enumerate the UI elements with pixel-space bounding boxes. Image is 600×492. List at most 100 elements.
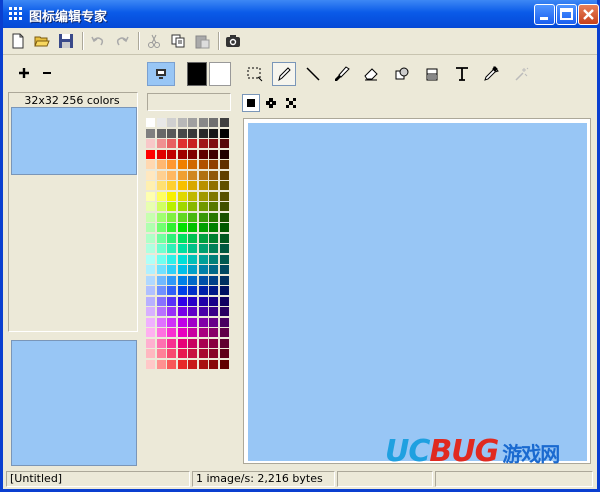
palette-color-swatch[interactable] — [198, 233, 208, 243]
palette-color-swatch[interactable] — [188, 181, 197, 190]
palette-color-swatch[interactable] — [188, 212, 197, 222]
palette-color-swatch[interactable] — [177, 202, 187, 211]
image-thumbnail[interactable] — [11, 107, 137, 175]
palette-color-swatch[interactable] — [209, 181, 218, 190]
palette-color-swatch[interactable] — [188, 338, 197, 348]
palette-color-swatch[interactable] — [146, 296, 155, 306]
palette-color-swatch[interactable] — [209, 139, 218, 148]
palette-color-swatch[interactable] — [219, 191, 229, 201]
palette-color-swatch[interactable] — [219, 275, 229, 285]
palette-color-swatch[interactable] — [146, 128, 155, 138]
palette-color-swatch[interactable] — [209, 317, 218, 327]
palette-color-swatch[interactable] — [219, 244, 229, 253]
palette-color-swatch[interactable] — [188, 317, 197, 327]
palette-color-swatch[interactable] — [198, 328, 208, 337]
palette-color-swatch[interactable] — [219, 118, 229, 127]
palette-color-swatch[interactable] — [188, 265, 197, 274]
palette-color-swatch[interactable] — [198, 296, 208, 306]
palette-color-swatch[interactable] — [177, 244, 187, 253]
palette-color-swatch[interactable] — [156, 328, 166, 337]
palette-color-swatch[interactable] — [209, 118, 218, 127]
palette-color-swatch[interactable] — [209, 170, 218, 180]
palette-color-swatch[interactable] — [209, 191, 218, 201]
palette-color-swatch[interactable] — [156, 317, 166, 327]
palette-color-swatch[interactable] — [167, 338, 176, 348]
undo-button[interactable] — [87, 31, 109, 51]
palette-color-swatch[interactable] — [156, 286, 166, 295]
palette-color-swatch[interactable] — [156, 212, 166, 222]
palette-color-swatch[interactable] — [209, 244, 218, 253]
palette-color-swatch[interactable] — [198, 244, 208, 253]
brush-tool[interactable] — [330, 62, 354, 86]
palette-color-swatch[interactable] — [146, 338, 155, 348]
palette-color-swatch[interactable] — [167, 254, 176, 264]
palette-color-swatch[interactable] — [198, 254, 208, 264]
eraser-tool[interactable] — [359, 62, 383, 86]
palette-color-swatch[interactable] — [219, 286, 229, 295]
palette-color-swatch[interactable] — [219, 170, 229, 180]
palette-color-swatch[interactable] — [177, 181, 187, 190]
palette-color-swatch[interactable] — [146, 118, 155, 127]
palette-color-swatch[interactable] — [177, 359, 187, 369]
palette-color-swatch[interactable] — [177, 223, 187, 232]
palette-color-swatch[interactable] — [219, 328, 229, 337]
palette-color-swatch[interactable] — [209, 212, 218, 222]
palette-color-swatch[interactable] — [146, 275, 155, 285]
palette-color-swatch[interactable] — [156, 149, 166, 159]
palette-color-swatch[interactable] — [209, 328, 218, 337]
palette-color-swatch[interactable] — [167, 296, 176, 306]
palette-color-swatch[interactable] — [219, 212, 229, 222]
palette-color-swatch[interactable] — [177, 149, 187, 159]
palette-color-swatch[interactable] — [156, 128, 166, 138]
palette-color-swatch[interactable] — [198, 149, 208, 159]
palette-color-swatch[interactable] — [167, 202, 176, 211]
palette-color-swatch[interactable] — [209, 160, 218, 169]
palette-color-swatch[interactable] — [209, 254, 218, 264]
palette-color-swatch[interactable] — [167, 128, 176, 138]
palette-color-swatch[interactable] — [219, 128, 229, 138]
palette-color-swatch[interactable] — [188, 149, 197, 159]
drawing-canvas[interactable] — [248, 123, 587, 461]
palette-color-swatch[interactable] — [146, 223, 155, 232]
palette-color-swatch[interactable] — [156, 170, 166, 180]
palette-color-swatch[interactable] — [188, 307, 197, 316]
palette-color-swatch[interactable] — [177, 349, 187, 358]
palette-color-swatch[interactable] — [146, 170, 155, 180]
palette-color-swatch[interactable] — [209, 275, 218, 285]
palette-color-swatch[interactable] — [177, 275, 187, 285]
select-tool[interactable] — [243, 62, 267, 86]
palette-color-swatch[interactable] — [209, 286, 218, 295]
palette-color-swatch[interactable] — [209, 202, 218, 211]
palette-color-swatch[interactable] — [209, 223, 218, 232]
palette-color-swatch[interactable] — [219, 254, 229, 264]
palette-color-swatch[interactable] — [219, 359, 229, 369]
palette-color-swatch[interactable] — [167, 349, 176, 358]
palette-color-swatch[interactable] — [177, 328, 187, 337]
palette-color-swatch[interactable] — [177, 191, 187, 201]
palette-color-swatch[interactable] — [188, 254, 197, 264]
palette-color-swatch[interactable] — [188, 296, 197, 306]
palette-color-swatch[interactable] — [209, 128, 218, 138]
background-color-swatch[interactable] — [209, 62, 231, 86]
palette-color-swatch[interactable] — [198, 317, 208, 327]
new-file-button[interactable] — [7, 31, 29, 51]
open-file-button[interactable] — [31, 31, 53, 51]
magic-wand-tool[interactable] — [509, 62, 533, 86]
palette-color-swatch[interactable] — [167, 307, 176, 316]
palette-color-swatch[interactable] — [219, 307, 229, 316]
palette-color-swatch[interactable] — [156, 233, 166, 243]
text-tool[interactable] — [450, 62, 474, 86]
palette-color-swatch[interactable] — [167, 212, 176, 222]
palette-color-swatch[interactable] — [198, 275, 208, 285]
palette-color-swatch[interactable] — [167, 286, 176, 295]
palette-color-swatch[interactable] — [177, 170, 187, 180]
palette-color-swatch[interactable] — [146, 328, 155, 337]
palette-color-swatch[interactable] — [219, 349, 229, 358]
palette-color-swatch[interactable] — [156, 191, 166, 201]
palette-color-swatch[interactable] — [167, 160, 176, 169]
save-button[interactable] — [55, 31, 77, 51]
remove-image-button[interactable] — [36, 63, 58, 83]
palette-color-swatch[interactable] — [146, 349, 155, 358]
palette-color-swatch[interactable] — [198, 359, 208, 369]
palette-color-swatch[interactable] — [209, 149, 218, 159]
